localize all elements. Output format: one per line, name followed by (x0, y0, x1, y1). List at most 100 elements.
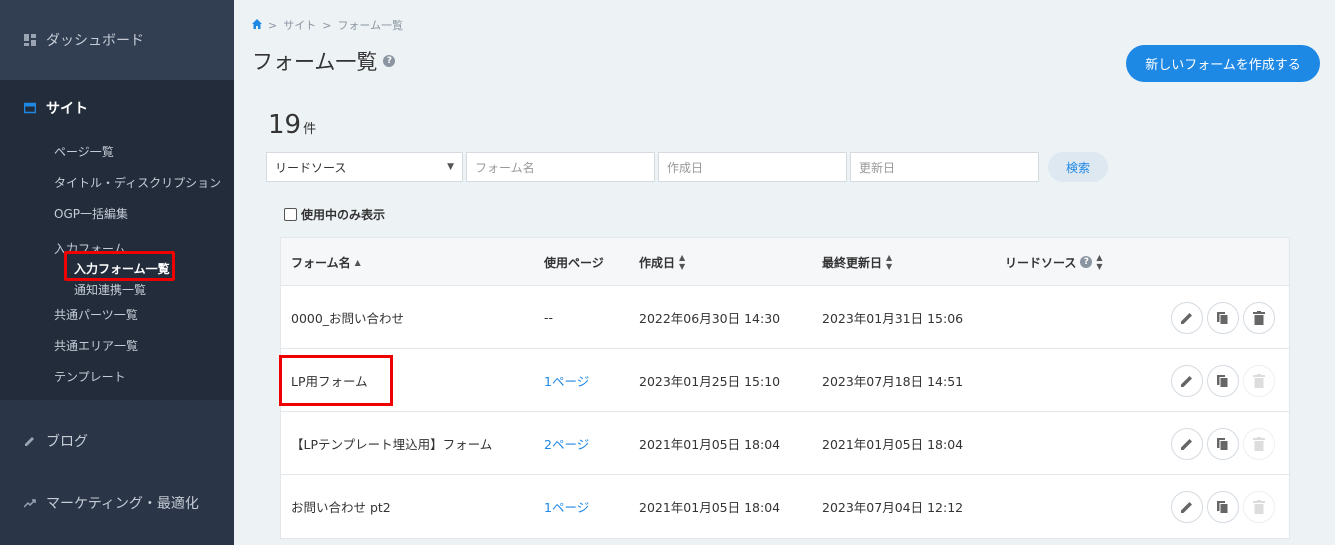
sidebar-item-parts[interactable]: 共通パーツ一覧 (0, 299, 234, 330)
nav-site-label: サイト (46, 101, 88, 117)
created-cell: 2021年01月05日 18:04 (639, 437, 781, 452)
row-actions (1171, 302, 1275, 334)
updated-cell: 2021年01月05日 18:04 (822, 437, 964, 452)
sort-icon: ▲ ▼ (679, 253, 686, 271)
trash-icon (1253, 437, 1265, 451)
col-pages-header: 使用ページ (544, 238, 604, 286)
result-count-number: 19 (268, 110, 302, 140)
copy-icon (1217, 501, 1229, 514)
create-form-button[interactable]: 新しいフォームを作成する (1126, 45, 1320, 82)
filter-bar: リードソース ▼ フォーム名 作成日 更新日 検索 (266, 152, 1108, 182)
search-button[interactable]: 検索 (1048, 152, 1108, 182)
only-in-use-toggle[interactable]: 使用中のみ表示 (284, 206, 385, 223)
home-icon[interactable] (252, 18, 262, 32)
form-name-cell: 【LPテンプレート埋込用】フォーム (291, 437, 493, 452)
copy-icon (1217, 312, 1229, 325)
pages-cell: -- (544, 310, 554, 325)
breadcrumb-sep: > (322, 18, 332, 32)
breadcrumb: > サイト > フォーム一覧 (252, 17, 403, 33)
edit-button[interactable] (1171, 428, 1203, 460)
dashboard-icon (24, 34, 36, 46)
copy-icon (1217, 438, 1229, 451)
edit-button[interactable] (1171, 491, 1203, 523)
col-name-label: フォーム名 (291, 255, 351, 270)
col-updated-label: 最終更新日 (822, 255, 883, 270)
lead-source-select[interactable]: リードソース ▼ (266, 152, 463, 182)
trash-icon (1253, 500, 1265, 514)
trash-icon (1253, 374, 1265, 388)
main-content: > サイト > フォーム一覧 フォーム一覧 ? 新しいフォームを作成する 19 件… (234, 0, 1335, 545)
pencil-icon (1181, 439, 1192, 450)
result-count: 19 件 (268, 110, 316, 140)
edit-button[interactable] (1171, 365, 1203, 397)
sort-asc-icon: ▲ (354, 257, 361, 267)
row-actions (1171, 491, 1275, 523)
table-row: 【LPテンプレート埋込用】フォーム 2ページ 2021年01月05日 18:04… (281, 412, 1289, 475)
delete-button[interactable] (1243, 302, 1275, 334)
help-icon[interactable]: ? (383, 55, 396, 67)
sidebar-item-pages[interactable]: ページ一覧 (0, 136, 234, 167)
copy-icon (1217, 375, 1229, 388)
page-title: フォーム一覧 ? (252, 46, 396, 76)
copy-button[interactable] (1207, 491, 1239, 523)
created-cell: 2022年06月30日 14:30 (639, 311, 781, 326)
sidebar-item-template[interactable]: テンプレート (0, 361, 234, 392)
col-updated-header[interactable]: 最終更新日 ▲ ▼ (822, 238, 892, 286)
sidebar-item-area[interactable]: 共通エリア一覧 (0, 330, 234, 361)
col-name-header[interactable]: フォーム名 ▲ (291, 238, 361, 286)
table-row: 0000_お問い合わせ -- 2022年06月30日 14:30 2023年01… (281, 286, 1289, 349)
nav-site[interactable]: サイト (0, 80, 234, 136)
sort-icon: ▲ ▼ (1096, 253, 1103, 271)
col-lead-header[interactable]: リードソース? ▲ ▼ (1005, 238, 1103, 286)
only-in-use-checkbox[interactable] (284, 208, 297, 221)
pencil-icon (1181, 502, 1192, 513)
copy-button[interactable] (1207, 365, 1239, 397)
col-pages-label: 使用ページ (544, 255, 604, 270)
updated-date-input[interactable]: 更新日 (850, 152, 1039, 182)
result-count-unit: 件 (303, 122, 317, 137)
pencil-icon (1181, 376, 1192, 387)
form-name-cell: 0000_お問い合わせ (291, 311, 405, 326)
trash-icon (1253, 311, 1265, 325)
sidebar-item-ogp[interactable]: OGP一括編集 (0, 198, 234, 229)
updated-cell: 2023年07月18日 14:51 (822, 374, 964, 389)
copy-button[interactable] (1207, 302, 1239, 334)
created-cell: 2021年01月05日 18:04 (639, 500, 781, 515)
nav-marketing[interactable]: マーケティング・最適化 (0, 470, 234, 535)
nav-blog-label: ブログ (46, 434, 88, 450)
nav-marketing-label: マーケティング・最適化 (46, 495, 199, 512)
trend-icon (23, 497, 36, 509)
copy-button[interactable] (1207, 428, 1239, 460)
help-icon[interactable]: ? (1080, 256, 1093, 268)
pages-link[interactable]: 2ページ (544, 412, 589, 475)
pages-link[interactable]: 1ページ (544, 349, 589, 412)
pencil-icon (1181, 313, 1192, 324)
form-name-input[interactable]: フォーム名 (466, 152, 655, 182)
site-icon (23, 102, 37, 114)
nav-dashboard[interactable]: ダッシュボード (0, 0, 234, 80)
col-created-label: 作成日 (639, 255, 676, 270)
only-in-use-label: 使用中のみ表示 (301, 208, 386, 222)
col-created-header[interactable]: 作成日 ▲ ▼ (639, 238, 685, 286)
sort-icon: ▲ ▼ (886, 253, 893, 271)
created-date-input[interactable]: 作成日 (658, 152, 847, 182)
nav-blog[interactable]: ブログ (0, 412, 234, 470)
col-lead-label: リードソース (1005, 255, 1077, 270)
pages-link[interactable]: 1ページ (544, 475, 589, 538)
edit-button[interactable] (1171, 302, 1203, 334)
table-row: LP用フォーム 1ページ 2023年01月25日 15:10 2023年07月1… (281, 349, 1289, 412)
table-header: フォーム名 ▲ 使用ページ 作成日 ▲ ▼ 最終更新日 ▲ ▼ リードソース? ▲ ▼ (281, 238, 1289, 286)
highlight-lp-form (279, 355, 393, 406)
breadcrumb-current: フォーム一覧 (337, 19, 404, 32)
sidebar-item-notify[interactable]: 通知連携一覧 (0, 279, 234, 299)
updated-cell: 2023年07月04日 12:12 (822, 500, 964, 515)
row-actions (1171, 365, 1275, 397)
forms-table: フォーム名 ▲ 使用ページ 作成日 ▲ ▼ 最終更新日 ▲ ▼ リードソース? ▲ ▼ 000… (280, 237, 1290, 539)
sidebar-item-title-desc[interactable]: タイトル・ディスクリプション (0, 167, 234, 198)
delete-button-disabled (1243, 428, 1275, 460)
delete-button-disabled (1243, 491, 1275, 523)
caret-down-icon: ▼ (447, 162, 454, 172)
breadcrumb-site[interactable]: サイト (283, 17, 316, 33)
form-name-cell: お問い合わせ pt2 (291, 500, 391, 515)
pencil-icon (24, 435, 36, 447)
